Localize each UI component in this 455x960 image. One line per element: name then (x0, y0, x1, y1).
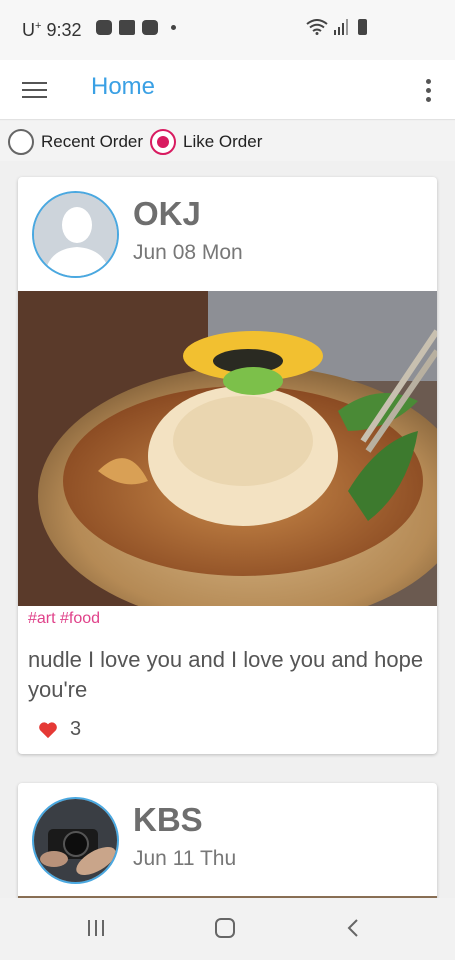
default-person-icon (34, 193, 117, 276)
more-vert-icon (425, 78, 431, 84)
post-date: Jun 08 Mon (133, 241, 243, 264)
radio-like-order[interactable]: Like Order (150, 129, 262, 155)
post-date: Jun 11 Thu (133, 847, 237, 870)
avatar[interactable] (32, 191, 119, 278)
system-nav-bar (0, 898, 455, 960)
post-card[interactable]: OKJ Jun 08 Mon #art #food nudle I love y… (18, 177, 437, 754)
like-row: 3 (38, 718, 81, 741)
radio-recent-order[interactable]: Recent Order (8, 129, 143, 155)
post-text: nudle I love you and I love you and hope… (28, 647, 424, 702)
hamburger-icon (22, 82, 47, 84)
battery-icon (358, 19, 367, 35)
signal-icon (334, 19, 348, 35)
radio-unchecked-icon[interactable] (8, 129, 34, 155)
camera-photo-icon (34, 799, 117, 882)
avatar[interactable] (32, 797, 119, 884)
radio-label-like: Like Order (183, 132, 263, 151)
like-count: 3 (70, 718, 82, 740)
heart-icon[interactable] (38, 721, 58, 739)
twitch-icon (142, 20, 158, 35)
radio-checked-icon[interactable] (150, 129, 176, 155)
radio-label-recent: Recent Order (41, 132, 144, 151)
page-title: Home (91, 73, 156, 100)
talk-icon (96, 20, 112, 35)
post-tags[interactable]: #art #food (28, 610, 100, 628)
status-bar: U+ 9:32 (0, 0, 455, 60)
status-time: 9:32 (46, 20, 82, 40)
post-image[interactable] (18, 291, 437, 606)
menu-button[interactable] (22, 77, 48, 103)
status-carrier: U+ 9:32 (22, 20, 82, 41)
carrier-label: U (22, 20, 35, 40)
more-options-button[interactable] (423, 75, 433, 105)
carrier-sup: + (35, 20, 42, 32)
dot-icon (171, 25, 176, 30)
post-author: OKJ (133, 195, 201, 232)
home-icon[interactable] (215, 918, 235, 938)
app-bar: Home (0, 60, 455, 120)
wifi-icon (306, 19, 328, 35)
sort-options: Recent Order Like Order (0, 121, 455, 161)
recents-icon[interactable] (88, 920, 104, 936)
gallery-icon (119, 20, 135, 35)
back-icon[interactable] (346, 918, 360, 938)
post-author: KBS (133, 801, 203, 838)
